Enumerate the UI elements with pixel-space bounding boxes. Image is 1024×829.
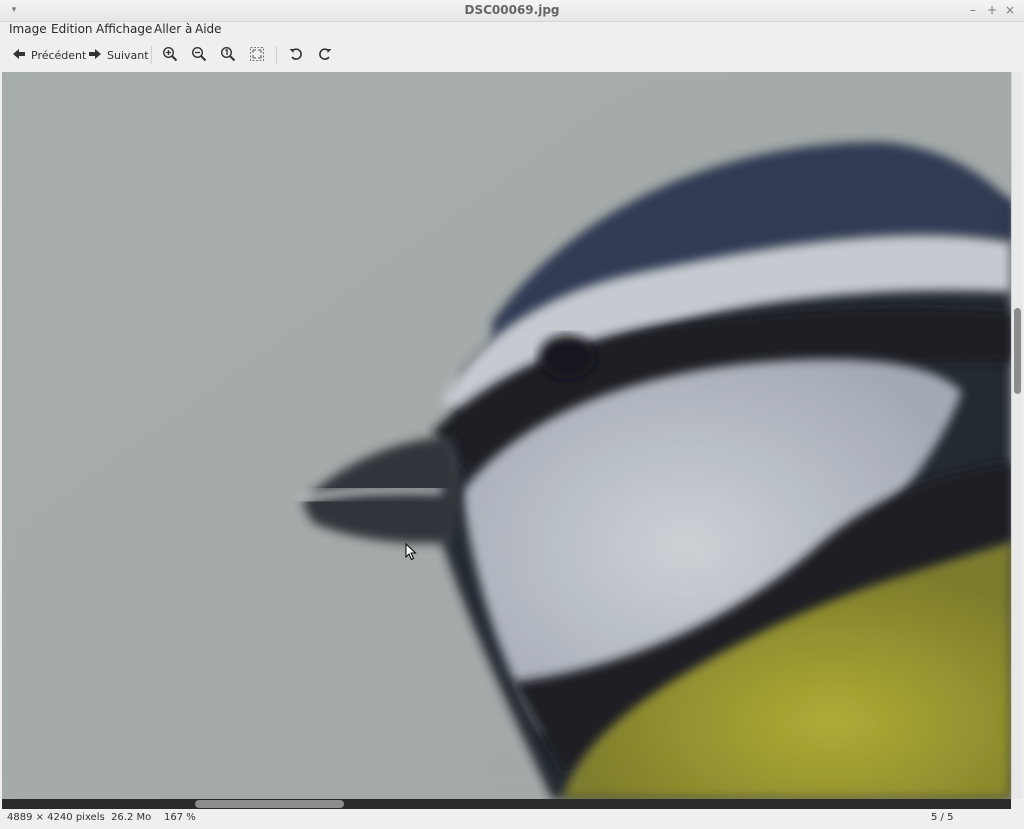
- previous-label: Précédent: [31, 48, 87, 62]
- menu-bar: Image Edition Affichage Aller à Aide: [0, 21, 1024, 38]
- image-viewer-window: ▾ DSC00069.jpg – + × Image Edition Affic…: [0, 0, 1024, 829]
- menu-edition[interactable]: Edition: [51, 22, 93, 37]
- status-image-position: 5 / 5: [931, 812, 954, 823]
- rotate-right-button[interactable]: [317, 44, 333, 66]
- rotate-right-icon: [317, 46, 333, 65]
- horizontal-scrollbar[interactable]: [2, 799, 1011, 809]
- menu-aide[interactable]: Aide: [195, 22, 222, 37]
- minimize-icon[interactable]: –: [966, 3, 980, 17]
- zoom-original-button[interactable]: [220, 44, 236, 66]
- status-file-size: 26.2 Mo: [111, 812, 152, 823]
- zoom-out-icon: [191, 46, 207, 65]
- menu-aller-a[interactable]: Aller à: [154, 22, 192, 37]
- zoom-in-icon: [162, 46, 178, 65]
- zoom-out-button[interactable]: [191, 44, 207, 66]
- arrow-left-icon: [12, 47, 26, 64]
- toolbar-separator: [276, 46, 277, 64]
- horizontal-scroll-thumb[interactable]: [195, 800, 344, 808]
- bird-photo: [2, 72, 1011, 799]
- toolbar-separator: [151, 46, 152, 64]
- menu-image[interactable]: Image: [9, 22, 47, 37]
- status-zoom: 167 %: [163, 812, 196, 823]
- mouse-cursor-icon: [405, 542, 417, 564]
- window-title: DSC00069.jpg: [464, 3, 560, 17]
- rotate-left-icon: [288, 46, 304, 65]
- zoom-in-button[interactable]: [162, 44, 178, 66]
- vertical-scrollbar[interactable]: [1011, 72, 1023, 799]
- zoom-fit-icon: [249, 46, 265, 65]
- next-label: Suivant: [107, 48, 149, 62]
- maximize-icon[interactable]: +: [985, 3, 999, 17]
- close-icon[interactable]: ×: [1003, 3, 1017, 17]
- status-dimensions: 4889 × 4240 pixels: [7, 812, 105, 823]
- zoom-fit-button[interactable]: [249, 44, 265, 66]
- toolbar: Précédent Suivant: [0, 40, 1024, 70]
- next-button[interactable]: Suivant: [88, 44, 149, 66]
- zoom-original-icon: [220, 46, 236, 65]
- vertical-scroll-thumb[interactable]: [1014, 308, 1021, 394]
- previous-button[interactable]: Précédent: [12, 44, 86, 66]
- image-viewport[interactable]: [2, 72, 1011, 799]
- status-bar: 4889 × 4240 pixels 26.2 Mo 167 % 5 / 5: [0, 810, 1024, 829]
- menu-affichage[interactable]: Affichage: [96, 22, 152, 37]
- title-bar: ▾ DSC00069.jpg – + ×: [0, 0, 1024, 22]
- rotate-left-button[interactable]: [288, 44, 304, 66]
- status-info: 4889 × 4240 pixels 26.2 Mo 167 %: [7, 812, 196, 823]
- arrow-right-icon: [88, 47, 102, 64]
